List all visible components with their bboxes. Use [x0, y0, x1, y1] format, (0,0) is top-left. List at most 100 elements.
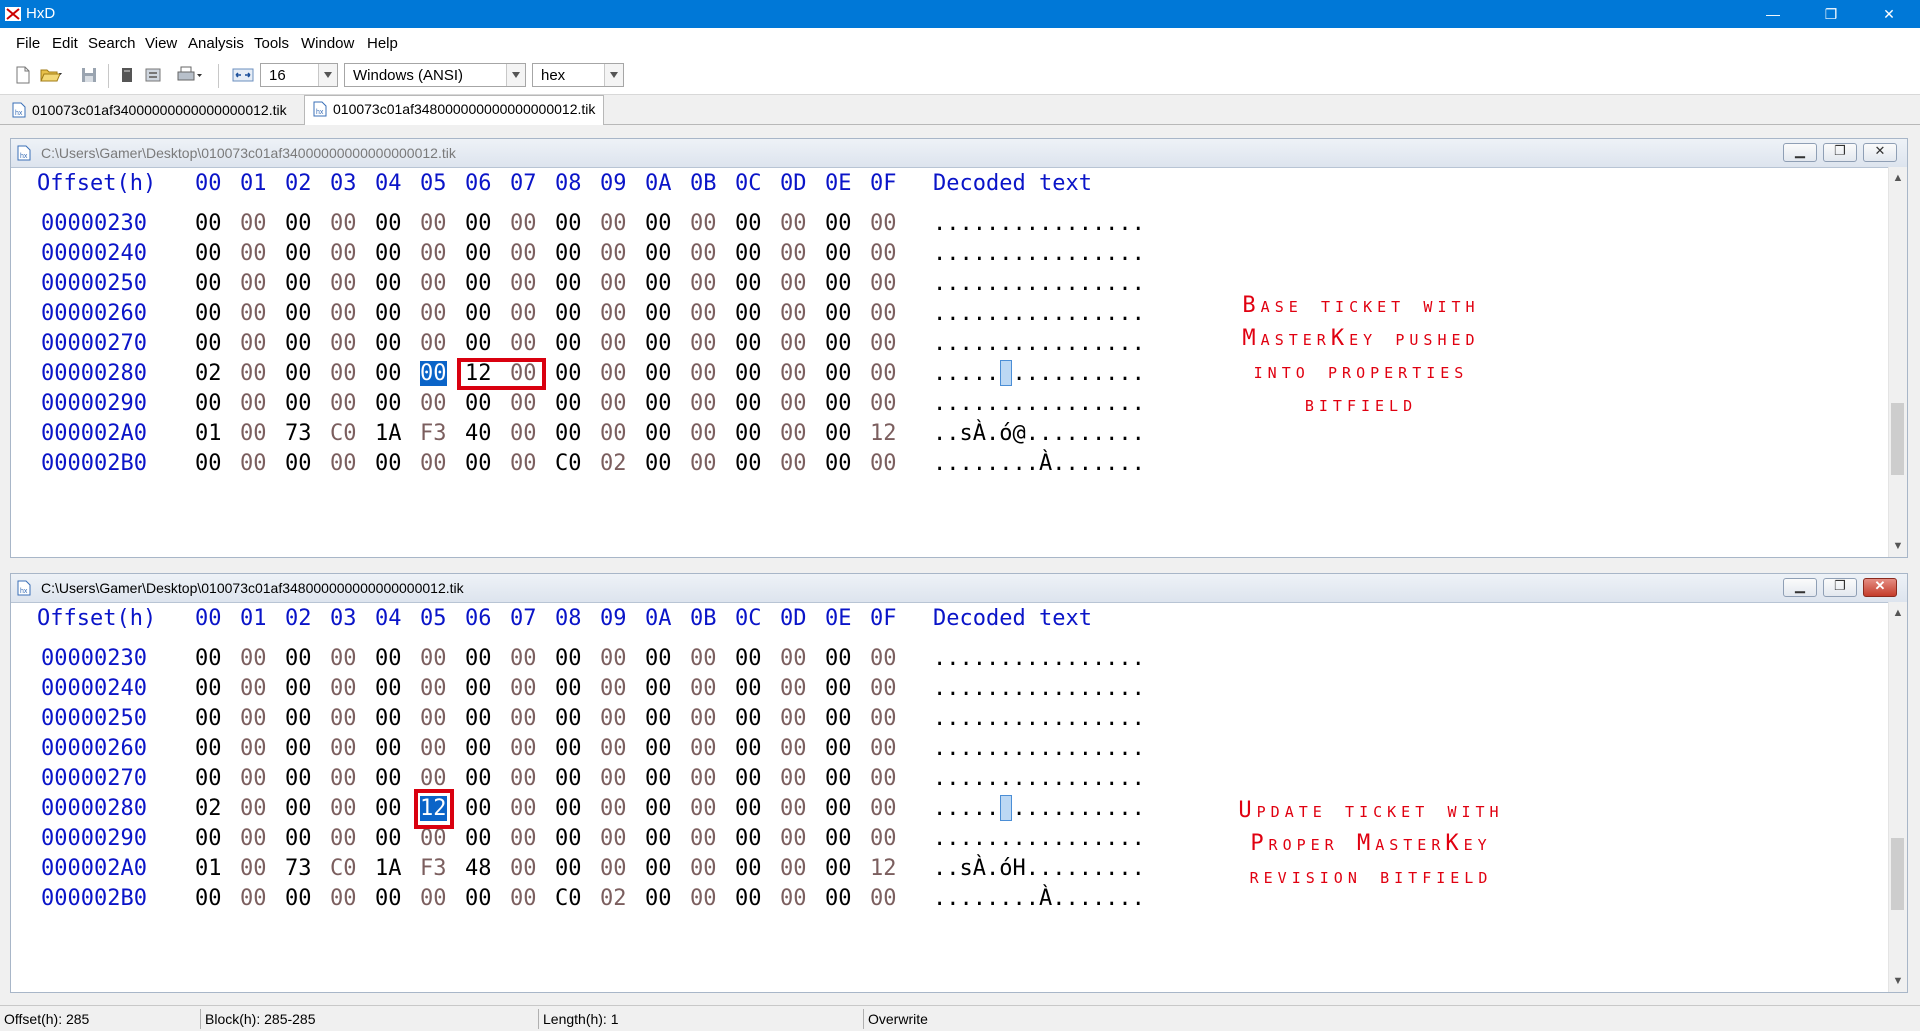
- hex-byte[interactable]: 00: [285, 736, 312, 761]
- decoded-text[interactable]: ..sÀ.óH.........: [933, 856, 1145, 881]
- menu-search[interactable]: Search: [88, 35, 136, 52]
- bytes-per-row-select[interactable]: 16: [260, 63, 338, 87]
- hex-byte[interactable]: 00: [645, 856, 672, 881]
- hex-byte[interactable]: 00: [285, 331, 312, 356]
- hex-byte[interactable]: 00: [465, 331, 492, 356]
- hex-byte[interactable]: 00: [645, 211, 672, 236]
- hex-byte[interactable]: 00: [240, 796, 267, 821]
- hex-byte[interactable]: 00: [420, 676, 447, 701]
- hex-byte[interactable]: 00: [735, 706, 762, 731]
- hex-byte[interactable]: 00: [555, 736, 582, 761]
- decoded-text[interactable]: ................: [933, 331, 1145, 356]
- chevron-down-icon[interactable]: [318, 64, 337, 86]
- vertical-scrollbar[interactable]: ▲ ▼: [1888, 167, 1907, 557]
- hex-byte[interactable]: 00: [600, 796, 627, 821]
- hex-byte[interactable]: 00: [240, 826, 267, 851]
- hex-byte[interactable]: F3: [420, 421, 447, 446]
- hex-byte[interactable]: 00: [510, 676, 537, 701]
- decoded-text[interactable]: ................: [933, 271, 1145, 296]
- hex-byte[interactable]: 00: [330, 331, 357, 356]
- hex-byte[interactable]: 00: [735, 391, 762, 416]
- scroll-up-icon[interactable]: ▲: [1889, 604, 1907, 622]
- hex-byte[interactable]: 00: [780, 856, 807, 881]
- hex-byte[interactable]: 00: [645, 271, 672, 296]
- hex-byte[interactable]: 00: [285, 676, 312, 701]
- hex-byte[interactable]: 00: [240, 766, 267, 791]
- hex-byte[interactable]: 00: [330, 766, 357, 791]
- hex-byte[interactable]: 00: [330, 826, 357, 851]
- hex-byte[interactable]: 00: [735, 301, 762, 326]
- properties-icon[interactable]: [144, 66, 162, 84]
- hex-byte[interactable]: 00: [780, 211, 807, 236]
- hex-byte[interactable]: 00: [870, 331, 897, 356]
- save-icon[interactable]: [80, 66, 98, 84]
- hex-byte[interactable]: 00: [285, 451, 312, 476]
- decoded-text[interactable]: ................: [933, 301, 1145, 326]
- hex-byte[interactable]: 00: [465, 451, 492, 476]
- hex-byte[interactable]: 00: [825, 856, 852, 881]
- hex-byte[interactable]: 00: [510, 886, 537, 911]
- hex-byte[interactable]: 00: [690, 766, 717, 791]
- hex-byte[interactable]: 1A: [375, 856, 402, 881]
- offset-base-select[interactable]: hex: [532, 63, 624, 87]
- hex-byte[interactable]: 00: [465, 796, 492, 821]
- hex-byte[interactable]: 00: [780, 826, 807, 851]
- hex-byte[interactable]: 00: [330, 241, 357, 266]
- hex-byte[interactable]: 00: [555, 271, 582, 296]
- hex-byte[interactable]: 00: [375, 271, 402, 296]
- vertical-scrollbar[interactable]: ▲ ▼: [1888, 602, 1907, 992]
- hex-byte[interactable]: 00: [375, 361, 402, 386]
- decoded-text[interactable]: ..sÀ.ó@.........: [933, 421, 1145, 446]
- hex-byte[interactable]: 00: [690, 451, 717, 476]
- decoded-text[interactable]: ........À.......: [933, 451, 1145, 476]
- hex-byte[interactable]: 02: [600, 451, 627, 476]
- hex-byte[interactable]: 00: [690, 241, 717, 266]
- hex-byte[interactable]: 00: [195, 886, 222, 911]
- hex-byte[interactable]: 00: [420, 766, 447, 791]
- hex-byte[interactable]: C0: [555, 886, 582, 911]
- hex-byte[interactable]: 00: [870, 796, 897, 821]
- hex-byte[interactable]: 00: [330, 391, 357, 416]
- close-file-icon[interactable]: [118, 66, 136, 84]
- hex-byte[interactable]: 00: [645, 676, 672, 701]
- hex-byte[interactable]: 00: [375, 886, 402, 911]
- hex-byte[interactable]: 02: [600, 886, 627, 911]
- hex-byte[interactable]: 00: [825, 646, 852, 671]
- hex-byte[interactable]: 00: [375, 301, 402, 326]
- hex-byte[interactable]: 00: [825, 706, 852, 731]
- hex-byte[interactable]: 00: [465, 706, 492, 731]
- hex-byte[interactable]: 00: [690, 211, 717, 236]
- hex-byte[interactable]: 00: [330, 361, 357, 386]
- hex-byte[interactable]: 00: [600, 676, 627, 701]
- hex-byte[interactable]: 00: [870, 271, 897, 296]
- hex-byte[interactable]: 00: [375, 766, 402, 791]
- hex-byte[interactable]: 00: [330, 211, 357, 236]
- hex-byte[interactable]: 00: [195, 331, 222, 356]
- hex-byte[interactable]: 00: [285, 706, 312, 731]
- hex-byte[interactable]: 00: [195, 451, 222, 476]
- hex-byte[interactable]: 00: [510, 301, 537, 326]
- hex-byte[interactable]: 00: [195, 676, 222, 701]
- hex-byte[interactable]: 00: [645, 796, 672, 821]
- decoded-text[interactable]: ................: [933, 736, 1145, 761]
- print-icon[interactable]: [176, 66, 204, 84]
- hex-byte[interactable]: 00: [780, 706, 807, 731]
- hex-byte[interactable]: 00: [600, 211, 627, 236]
- hex-byte[interactable]: 00: [195, 826, 222, 851]
- hex-byte[interactable]: 00: [690, 391, 717, 416]
- hex-byte[interactable]: 00: [465, 766, 492, 791]
- hex-byte[interactable]: 00: [600, 421, 627, 446]
- hex-byte[interactable]: 00: [645, 826, 672, 851]
- hex-byte[interactable]: 00: [870, 301, 897, 326]
- hex-byte[interactable]: 00: [825, 766, 852, 791]
- hex-byte[interactable]: 00: [510, 796, 537, 821]
- hex-byte[interactable]: 00: [330, 886, 357, 911]
- hex-byte[interactable]: 00: [285, 301, 312, 326]
- hex-byte[interactable]: 00: [825, 211, 852, 236]
- hex-byte[interactable]: 00: [735, 676, 762, 701]
- hex-byte[interactable]: 40: [465, 421, 492, 446]
- hex-view[interactable]: Offset(h) 00 01 02 03 04 05 06 07 08 09 0A 0B 0C 0D 0E 0…: [11, 167, 1889, 557]
- hex-byte[interactable]: 00: [240, 391, 267, 416]
- hex-byte[interactable]: 00: [600, 301, 627, 326]
- hex-byte[interactable]: 00: [375, 391, 402, 416]
